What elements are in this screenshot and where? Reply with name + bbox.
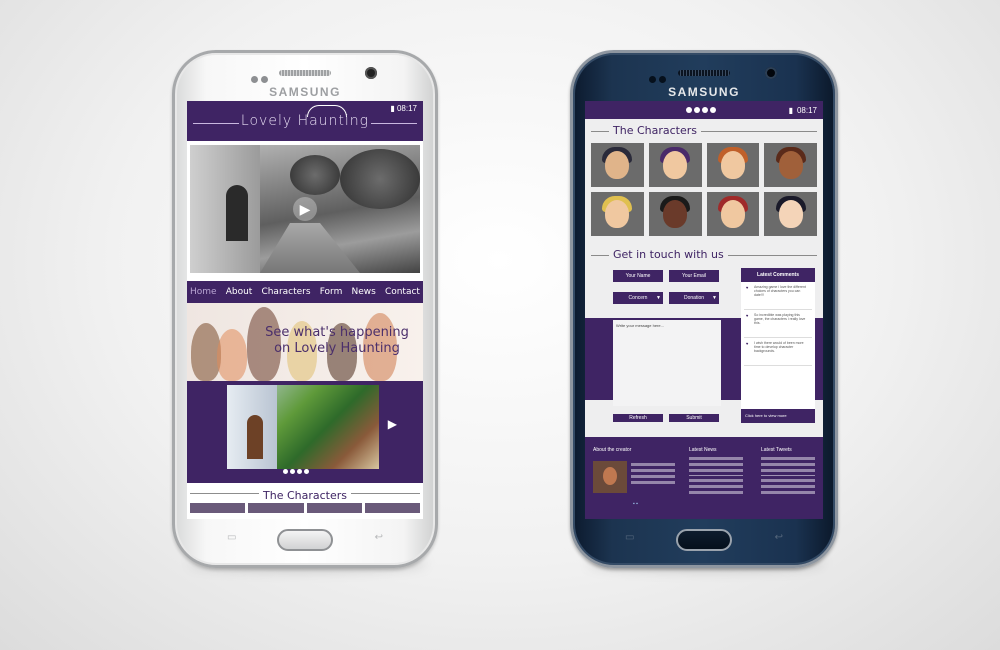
video-player[interactable]: ▶ [190, 145, 420, 273]
characters-heading: The Characters [609, 124, 701, 137]
front-camera [365, 67, 377, 79]
white-phone: SAMSUNG ▮ 08:17 Lovely Haunting ▶ Home A… [172, 50, 438, 568]
nav-characters[interactable]: Characters [261, 287, 310, 297]
front-camera [765, 67, 777, 79]
video-path [260, 223, 360, 273]
site-footer: About the creator ▪ ▪ Latest News Latest… [585, 437, 823, 519]
banner-line-1: See what's happening [265, 325, 409, 340]
gallery-door [247, 415, 263, 459]
gallery-pager[interactable] [283, 461, 311, 479]
banner-headline: See what's happening on Lovely Haunting [257, 325, 417, 357]
social-icons[interactable]: ▪ ▪ [633, 501, 638, 507]
concern-select[interactable]: Concern [613, 292, 663, 304]
status-time: 08:17 [396, 104, 417, 113]
about-creator-column: About the creator [593, 447, 663, 457]
characters-section-header: The Characters [585, 121, 823, 143]
status-time: 08:17 [796, 105, 817, 115]
gallery-image[interactable] [227, 385, 379, 469]
name-field[interactable]: Your Name [613, 270, 663, 282]
creator-bio [631, 463, 675, 487]
latest-tweets-column: Latest Tweets [761, 447, 815, 497]
latest-news-heading: Latest News [689, 447, 717, 453]
latest-news-column: Latest News [689, 447, 743, 497]
back-icon[interactable]: ↩ [375, 532, 383, 543]
character-thumb[interactable] [706, 192, 760, 236]
video-door [226, 185, 248, 241]
arrow-right-icon[interactable]: ▶ [388, 417, 397, 431]
about-creator-heading: About the creator [593, 447, 632, 453]
back-icon[interactable]: ↩ [775, 532, 783, 543]
character-thumb[interactable] [648, 192, 702, 236]
latest-comments-panel: Latest Comments Amazing game i love the … [741, 268, 815, 423]
donation-select[interactable]: Donation [669, 292, 719, 304]
email-field[interactable]: Your Email [669, 270, 719, 282]
news-banner[interactable]: See what's happening on Lovely Haunting [187, 303, 423, 381]
brand-logo: SAMSUNG [269, 85, 341, 99]
phone-screen: ▮ 08:17 Lovely Haunting ▶ Home About Cha… [187, 101, 423, 519]
sensor-dots [251, 70, 271, 83]
nav-about[interactable]: About [226, 287, 253, 297]
character-thumb[interactable] [591, 192, 644, 236]
characters-section-header: The Characters [187, 483, 423, 503]
earpiece-speaker [279, 70, 331, 76]
nav-form[interactable]: Form [320, 287, 343, 297]
dark-phone: SAMSUNG ▮ 08:17 The Characters Get in to… [570, 50, 838, 568]
status-bar: ▮ 08:17 [390, 104, 417, 113]
home-button[interactable] [277, 529, 333, 551]
nav-news[interactable]: News [351, 287, 375, 297]
nav-contact[interactable]: Contact [385, 287, 420, 297]
play-icon[interactable]: ▶ [293, 197, 317, 221]
nav-home[interactable]: Home [190, 287, 217, 297]
creator-avatar [593, 461, 627, 493]
battery-icon: ▮ [788, 105, 793, 115]
home-button[interactable] [676, 529, 732, 551]
message-textarea[interactable]: Write your message here... [613, 320, 721, 406]
comment-item: So incredible was playing this game, the… [744, 310, 812, 338]
sensor-dots [649, 70, 669, 83]
banner-character [217, 329, 247, 381]
comments-title: Latest Comments [741, 268, 815, 282]
contact-section-header: Get in touch with us [585, 244, 823, 268]
phone-screen: ▮ 08:17 The Characters Get in touch with… [585, 101, 823, 519]
image-gallery: ▶ [187, 381, 423, 483]
comment-item: I wish there would of been more time to … [744, 338, 812, 366]
video-tree [340, 149, 420, 209]
recent-apps-icon[interactable]: ▭ [227, 532, 236, 543]
contact-form: Your Name Your Email Concern Donation Wr… [585, 268, 823, 438]
view-more-link[interactable]: Click here to view more [741, 409, 815, 423]
character-thumb[interactable] [706, 143, 760, 187]
video-tree [290, 155, 340, 195]
character-grid [585, 143, 823, 236]
submit-button[interactable]: Submit [669, 414, 719, 422]
banner-line-2: on Lovely Haunting [274, 341, 400, 356]
character-thumb[interactable] [591, 143, 644, 187]
earpiece-speaker [678, 70, 730, 76]
characters-heading: The Characters [259, 489, 351, 502]
latest-tweets-heading: Latest Tweets [761, 447, 792, 453]
comment-item: Amazing game i love the different choice… [744, 282, 812, 310]
contact-heading: Get in touch with us [609, 248, 728, 261]
page-dots[interactable] [686, 106, 718, 115]
brand-logo: SAMSUNG [668, 85, 740, 99]
main-nav: Home About Characters Form News Contact [187, 281, 423, 303]
character-thumb[interactable] [764, 143, 817, 187]
recent-apps-icon[interactable]: ▭ [625, 532, 634, 543]
character-thumb[interactable] [648, 143, 702, 187]
refresh-button[interactable]: Refresh [613, 414, 663, 422]
status-bar: ▮ 08:17 [585, 101, 823, 119]
video-building [190, 145, 260, 273]
title-rule [371, 123, 417, 124]
character-thumb[interactable] [764, 192, 817, 236]
site-title[interactable]: Lovely Haunting [187, 113, 423, 129]
character-strip [187, 503, 423, 513]
site-header: ▮ 08:17 Lovely Haunting [187, 101, 423, 141]
